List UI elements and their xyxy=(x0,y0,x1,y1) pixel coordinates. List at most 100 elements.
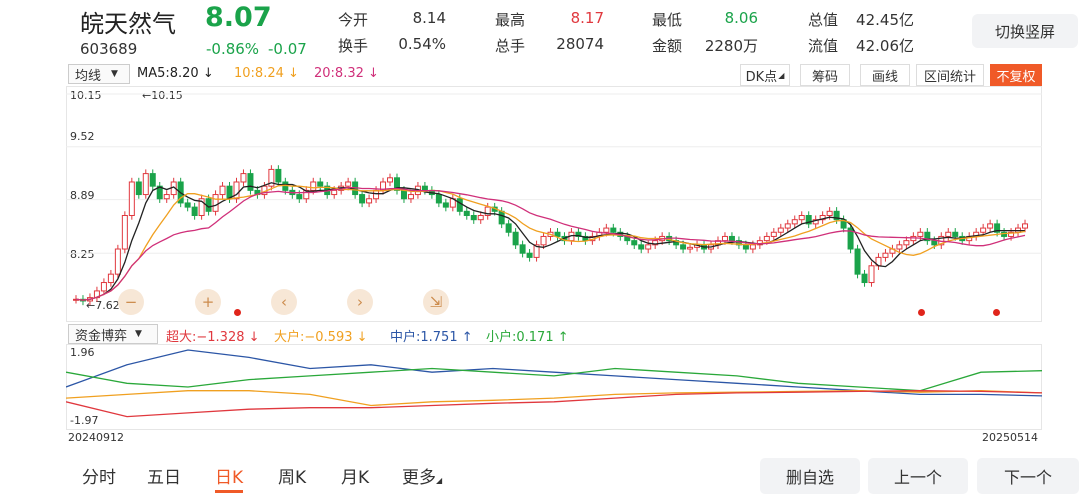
turnover-value: 0.54% xyxy=(398,35,446,53)
arrow-down-icon: ↓ xyxy=(363,66,379,81)
candle-body xyxy=(247,173,254,191)
chips-button[interactable]: 筹码 xyxy=(800,64,850,86)
candle-body xyxy=(1022,223,1029,229)
ma10-value: 10:8.24 xyxy=(234,66,284,81)
arrow-down-icon: ↓ xyxy=(283,66,299,81)
candle-body xyxy=(882,252,889,258)
candle-body xyxy=(128,181,135,217)
next-stock-button[interactable]: 下一个 xyxy=(977,458,1079,494)
kline-svg xyxy=(66,93,1042,306)
volume-label: 总手 xyxy=(495,37,526,55)
no-adjust-button[interactable]: 不复权 xyxy=(990,64,1042,86)
candle-body xyxy=(896,244,903,250)
amount-label: 金额 xyxy=(652,37,683,55)
candle-body xyxy=(987,223,994,229)
candle-body xyxy=(275,168,282,183)
amount-value: 2280万 xyxy=(704,37,758,55)
prev-stock-button[interactable]: 上一个 xyxy=(868,458,968,494)
scroll-right-button[interactable]: › xyxy=(347,289,373,315)
corner-triangle-icon: ◢ xyxy=(778,70,785,80)
dk-point-button[interactable]: DK点 ◢ xyxy=(740,64,790,86)
candle-body xyxy=(142,173,149,196)
candle-body xyxy=(854,248,861,275)
candle-body xyxy=(791,219,798,225)
range-stats-button[interactable]: 区间统计 xyxy=(916,64,984,86)
event-dot xyxy=(234,309,241,316)
candle-body xyxy=(135,181,142,196)
tab-intraday[interactable]: 分时 xyxy=(82,463,116,488)
candle-body xyxy=(296,194,303,200)
candle-body xyxy=(784,223,791,229)
high-value: 8.17 xyxy=(570,9,604,27)
volume-value: 28074 xyxy=(556,35,604,53)
candle-body xyxy=(233,181,240,200)
tab-monthly-k[interactable]: 月K xyxy=(341,463,369,488)
candle-body xyxy=(903,240,910,246)
current-price: 8.07 xyxy=(205,2,272,33)
candle-body xyxy=(917,231,924,237)
candle-body xyxy=(798,215,805,221)
candle-body xyxy=(373,189,380,200)
candle-body xyxy=(554,231,561,237)
candle-body xyxy=(763,235,770,242)
scroll-left-button[interactable]: ‹ xyxy=(271,289,297,315)
low-label: 最低 xyxy=(652,11,683,29)
candle-body xyxy=(400,189,407,200)
tab-weekly-k[interactable]: 周K xyxy=(278,463,306,488)
candle-body xyxy=(184,202,191,208)
flow-line-super xyxy=(66,390,1042,418)
candle-body xyxy=(212,194,219,212)
candle-body xyxy=(163,194,170,200)
zoom-out-button[interactable]: − xyxy=(118,289,144,315)
candle-body xyxy=(498,210,505,225)
candle-body xyxy=(631,240,638,246)
candle-body xyxy=(240,173,247,183)
large-flow-value: 大户:−0.593 xyxy=(274,330,353,345)
candle-body xyxy=(952,231,959,237)
stock-code: 603689 xyxy=(80,40,138,58)
medium-flow-value: 中户:1.751 xyxy=(390,330,458,345)
tab-five-day[interactable]: 五日 xyxy=(147,463,181,488)
stock-name: 皖天然气 xyxy=(80,10,176,38)
candle-body xyxy=(721,235,728,242)
candle-body xyxy=(749,244,756,250)
total-cap-value: 42.45亿 xyxy=(856,11,914,29)
ma-select[interactable]: 均线 ▼ xyxy=(68,64,130,84)
high-label: 最高 xyxy=(495,11,526,29)
candle-body xyxy=(470,215,477,221)
candle-body xyxy=(114,248,121,275)
candle-body xyxy=(505,223,512,233)
fund-flow-select-label: 资金博弈 xyxy=(75,328,128,344)
candle-body xyxy=(770,231,777,237)
candle-body xyxy=(331,189,338,196)
candle-body xyxy=(540,235,547,246)
candle-body xyxy=(442,202,449,208)
candle-body xyxy=(603,227,610,233)
candle-body xyxy=(407,194,414,200)
tab-more[interactable]: 更多◢ xyxy=(402,463,442,488)
small-flow-value: 小户:0.171 xyxy=(486,330,554,345)
remove-favorite-button[interactable]: 删自选 xyxy=(760,458,860,494)
candle-body xyxy=(728,235,735,242)
candle-body xyxy=(345,181,352,187)
zoom-in-button[interactable]: + xyxy=(195,289,221,315)
candle-body xyxy=(519,244,526,254)
candle-body xyxy=(645,244,652,250)
candle-body xyxy=(359,194,366,204)
super-flow-value: 超大:−1.328 xyxy=(166,330,245,345)
fund-flow-svg xyxy=(66,349,1042,418)
arrow-down-icon: ↓ xyxy=(244,330,260,345)
event-dot xyxy=(918,309,925,316)
fund-flow-select[interactable]: 资金博弈 ▼ xyxy=(68,324,158,344)
draw-line-button[interactable]: 画线 xyxy=(860,64,910,86)
turnover-label: 换手 xyxy=(338,37,369,55)
candle-body xyxy=(149,173,156,187)
toggle-portrait-button[interactable]: 切换竖屏 xyxy=(972,14,1078,48)
arrow-down-icon: ↓ xyxy=(352,330,368,345)
candle-body xyxy=(777,227,784,233)
low-value: 8.06 xyxy=(724,9,758,27)
tab-daily-k[interactable]: 日K xyxy=(215,463,244,493)
candle-body xyxy=(526,252,533,258)
collapse-icon[interactable]: ⇲ xyxy=(423,289,449,315)
chevron-down-icon: ▼ xyxy=(111,69,118,79)
